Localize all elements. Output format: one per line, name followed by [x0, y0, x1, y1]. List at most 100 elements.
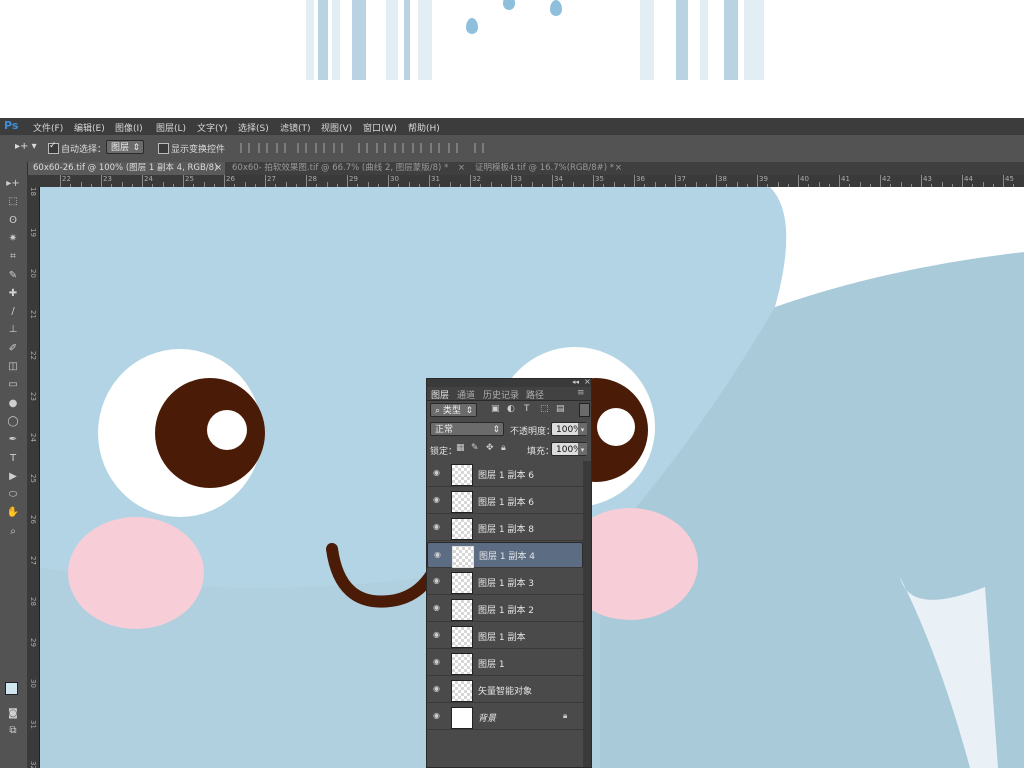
- distribute-vcenter-icon[interactable]: [376, 143, 386, 153]
- menu-help[interactable]: 帮助(H): [408, 121, 440, 134]
- hand-tool-icon[interactable]: ✋: [6, 507, 20, 519]
- blend-mode-dropdown[interactable]: 正常 ⇕: [430, 422, 504, 436]
- distribute-right-icon[interactable]: [448, 143, 458, 153]
- layer-filter-dropdown[interactable]: ⌕ 类型 ⇕: [430, 403, 477, 417]
- align-top-icon[interactable]: [240, 143, 250, 153]
- menu-select[interactable]: 选择(S): [238, 121, 269, 134]
- distribute-bottom-icon[interactable]: [394, 143, 404, 153]
- distribute-left-icon[interactable]: [412, 143, 422, 153]
- align-vcenter-icon[interactable]: [258, 143, 268, 153]
- history-brush-icon[interactable]: ✐: [6, 343, 20, 355]
- align-right-icon[interactable]: [333, 143, 343, 153]
- visibility-eye-icon[interactable]: ◉: [433, 551, 442, 559]
- menu-image[interactable]: 图像(I): [115, 121, 143, 134]
- layer-row[interactable]: ◉ 图层 1 副本 3: [427, 569, 583, 595]
- quick-mask-icon[interactable]: ◙: [6, 708, 20, 720]
- menu-layer[interactable]: 图层(L): [156, 121, 186, 134]
- zoom-tool-icon[interactable]: ⌕: [6, 526, 20, 538]
- layer-thumbnail: [451, 518, 473, 540]
- auto-select-checkbox[interactable]: [48, 141, 59, 154]
- close-icon[interactable]: ×: [615, 162, 622, 175]
- filter-smart-icon[interactable]: ▤: [556, 404, 565, 414]
- tab-channels[interactable]: 通道: [457, 388, 475, 401]
- layer-row[interactable]: ◉ 图层 1 副本 6: [427, 461, 583, 487]
- tab-paths[interactable]: 路径: [526, 388, 544, 401]
- path-select-icon[interactable]: ▶: [6, 471, 20, 483]
- visibility-eye-icon[interactable]: ◉: [432, 496, 441, 504]
- filter-shape-icon[interactable]: ⬚: [540, 404, 549, 414]
- close-icon[interactable]: ×: [584, 377, 591, 386]
- blur-tool-icon[interactable]: ●: [6, 398, 20, 410]
- distribute-top-icon[interactable]: [358, 143, 368, 153]
- close-icon[interactable]: ×: [458, 162, 465, 175]
- tab-layers[interactable]: 图层: [431, 388, 449, 401]
- crop-tool-icon[interactable]: ⌗: [6, 251, 20, 263]
- lock-position-icon[interactable]: ✥: [486, 443, 494, 453]
- tab-document-3[interactable]: 证明模板4.tif @ 16.7%(RGB/8#) * ×: [469, 162, 625, 175]
- align-left-icon[interactable]: [297, 143, 307, 153]
- align-bottom-icon[interactable]: [276, 143, 286, 153]
- collapse-icon[interactable]: ◂◂: [572, 378, 579, 386]
- visibility-eye-icon[interactable]: ◉: [432, 712, 441, 720]
- menu-filter[interactable]: 滤镜(T): [280, 121, 311, 134]
- layer-row[interactable]: ◉ 图层 1 副本 6: [427, 488, 583, 514]
- healing-brush-icon[interactable]: ✚: [6, 288, 20, 300]
- move-tool-icon[interactable]: ▸+: [6, 178, 20, 190]
- dodge-tool-icon[interactable]: ◯: [6, 416, 20, 428]
- tab-document-2[interactable]: 60x60- 拍软效果图.tif @ 66.7% (曲线 2, 图层蒙版/8) …: [226, 162, 468, 175]
- distribute-hcenter-icon[interactable]: [430, 143, 440, 153]
- visibility-eye-icon[interactable]: ◉: [432, 523, 441, 531]
- magic-wand-icon[interactable]: ✷: [6, 233, 20, 245]
- clone-stamp-icon[interactable]: ⊥: [6, 324, 20, 336]
- panel-menu-icon[interactable]: ≡: [577, 388, 585, 398]
- eyedropper-icon[interactable]: ✎: [6, 270, 20, 282]
- ellipse-tool-icon[interactable]: ⬭: [6, 489, 20, 501]
- move-arrow-icon[interactable]: ▸+ ▾: [15, 141, 37, 152]
- filter-type-icon[interactable]: T: [524, 404, 530, 414]
- ruler-tick-label: 26: [226, 175, 235, 183]
- filter-pixel-icon[interactable]: ▣: [491, 404, 500, 414]
- auto-align-icon[interactable]: [474, 143, 484, 153]
- visibility-eye-icon[interactable]: ◉: [432, 631, 441, 639]
- lock-transparent-icon[interactable]: ▦: [456, 443, 465, 453]
- tab-history[interactable]: 历史记录: [483, 388, 519, 401]
- menu-type[interactable]: 文字(Y): [197, 121, 228, 134]
- lock-image-icon[interactable]: ✎: [471, 443, 479, 453]
- visibility-eye-icon[interactable]: ◉: [432, 577, 441, 585]
- marquee-tool-icon[interactable]: ⬚: [6, 196, 20, 208]
- close-icon[interactable]: ×: [215, 162, 222, 175]
- visibility-eye-icon[interactable]: ◉: [432, 658, 441, 666]
- eraser-icon[interactable]: ◫: [6, 361, 20, 373]
- layer-row[interactable]: ◉ 图层 1 副本: [427, 623, 583, 649]
- menu-view[interactable]: 视图(V): [321, 121, 352, 134]
- align-hcenter-icon[interactable]: [315, 143, 325, 153]
- visibility-eye-icon[interactable]: ◉: [432, 685, 441, 693]
- foreground-color-swatch[interactable]: [5, 682, 18, 695]
- lasso-tool-icon[interactable]: ʘ: [6, 215, 20, 227]
- fill-input[interactable]: 100% ▾: [551, 442, 587, 456]
- gradient-tool-icon[interactable]: ▭: [6, 379, 20, 391]
- layer-row[interactable]: ◉ 图层 1 副本 4: [427, 542, 583, 568]
- lock-all-icon[interactable]: 🔒︎: [501, 443, 506, 453]
- screen-mode-icon[interactable]: ⧉: [6, 725, 20, 737]
- layer-row[interactable]: ◉ 矢量智能对象: [427, 677, 583, 703]
- layer-row[interactable]: ◉ 图层 1 副本 2: [427, 596, 583, 622]
- filter-toggle[interactable]: [579, 403, 590, 417]
- type-tool-icon[interactable]: T: [6, 453, 20, 465]
- auto-select-target-dropdown[interactable]: 图层 ⇕: [106, 140, 144, 154]
- visibility-eye-icon[interactable]: ◉: [432, 604, 441, 612]
- visibility-eye-icon[interactable]: ◉: [432, 469, 441, 477]
- tab-document-1[interactable]: 60x60-26.tif @ 100% (图层 1 副本 4, RGB/8) ×: [27, 162, 225, 175]
- menu-edit[interactable]: 编辑(E): [74, 121, 105, 134]
- menu-window[interactable]: 窗口(W): [363, 121, 397, 134]
- layers-scrollbar[interactable]: [583, 461, 591, 767]
- menu-file[interactable]: 文件(F): [33, 121, 63, 134]
- pen-tool-icon[interactable]: ✒: [6, 434, 20, 446]
- layer-row[interactable]: ◉ 背景 🔒︎: [427, 704, 583, 730]
- layer-row[interactable]: ◉ 图层 1: [427, 650, 583, 676]
- filter-adjust-icon[interactable]: ◐: [507, 404, 515, 414]
- layer-row[interactable]: ◉ 图层 1 副本 8: [427, 515, 583, 541]
- show-transform-checkbox[interactable]: [158, 143, 169, 154]
- opacity-input[interactable]: 100% ▾: [551, 422, 587, 436]
- brush-tool-icon[interactable]: /: [6, 306, 20, 318]
